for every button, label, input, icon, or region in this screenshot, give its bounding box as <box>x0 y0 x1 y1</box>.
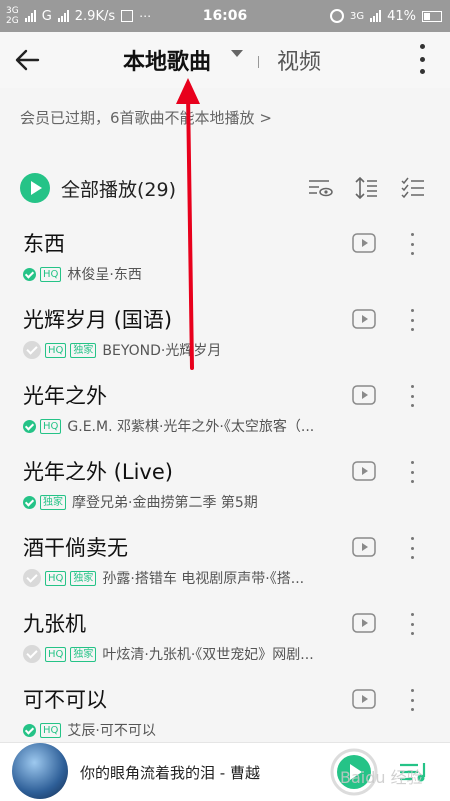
quality-tag: HQ <box>40 418 62 434</box>
song-meta: HQ G.E.M. 邓紫棋·光年之外·《太空旅客（... <box>23 416 314 436</box>
alarm-icon <box>329 9 344 23</box>
downloaded-check-icon <box>23 267 36 281</box>
header: 本地歌曲 视频 <box>0 32 450 88</box>
song-title: 光年之外 (Live) <box>23 460 173 484</box>
song-title: 光年之外 <box>23 384 107 408</box>
song-artist: 艾辰·可不可以 <box>67 723 156 739</box>
downloaded-check-icon <box>23 419 36 433</box>
membership-notice[interactable]: 会员已过期，6首歌曲不能本地播放 > <box>20 107 272 128</box>
song-meta: HQ 独家 BEYOND·光辉岁月 <box>23 340 221 360</box>
album-cover[interactable] <box>12 743 68 799</box>
song-more-icon[interactable] <box>409 385 415 407</box>
quality-tag: HQ <box>45 646 67 662</box>
quality-tag: HQ <box>40 266 62 282</box>
signal-icon-3 <box>370 10 382 22</box>
song-title: 酒干倘卖无 <box>23 536 128 560</box>
unavailable-check-icon <box>23 645 41 663</box>
view-filter-icon[interactable] <box>307 175 333 201</box>
dropdown-caret-icon[interactable] <box>231 50 243 57</box>
mv-play-icon[interactable] <box>352 309 376 329</box>
quality-tag: 独家 <box>70 342 97 358</box>
song-row[interactable]: 光年之外 (Live) 独家 摩登兄弟·金曲捞第二季 第5期 <box>0 456 450 532</box>
mv-play-icon[interactable] <box>352 233 376 253</box>
battery-percent: 41% <box>387 8 416 24</box>
song-artist: G.E.M. 邓紫棋·光年之外·《太空旅客（... <box>67 419 315 435</box>
quality-tag: HQ <box>45 342 67 358</box>
song-more-icon[interactable] <box>409 613 415 635</box>
song-row[interactable]: 光年之外 HQ G.E.M. 邓紫棋·光年之外·《太空旅客（... <box>0 380 450 456</box>
multi-select-icon[interactable] <box>400 175 426 201</box>
tab-video[interactable]: 视频 <box>277 44 321 76</box>
song-artist: 林俊呈·东西 <box>67 267 142 283</box>
mv-play-icon[interactable] <box>352 461 376 481</box>
battery-icon <box>422 10 442 22</box>
tab-divider <box>258 56 259 68</box>
song-meta: HQ 林俊呈·东西 <box>23 264 142 284</box>
quality-tag: HQ <box>45 570 67 586</box>
mv-play-icon[interactable] <box>352 537 376 557</box>
song-more-icon[interactable] <box>409 537 415 559</box>
song-title: 光辉岁月 (国语) <box>23 308 173 332</box>
play-all-icon[interactable] <box>20 173 50 203</box>
more-menu-icon[interactable] <box>418 44 426 74</box>
song-more-icon[interactable] <box>409 689 415 711</box>
song-meta: HQ 独家 叶炫清·九张机·《双世宠妃》网剧... <box>23 644 314 664</box>
song-artist: 孙露·搭错车 电视剧原声带·《搭... <box>102 571 305 587</box>
song-meta: HQ 独家 孙露·搭错车 电视剧原声带·《搭... <box>23 568 304 588</box>
song-title: 东西 <box>23 232 65 256</box>
watermark-text: Baidu 经验 <box>340 768 423 787</box>
back-arrow-icon[interactable] <box>12 44 44 76</box>
quality-tag: HQ <box>40 722 62 738</box>
unavailable-check-icon <box>23 569 41 587</box>
quality-tag: 独家 <box>40 494 66 510</box>
quality-tag: 独家 <box>70 646 97 662</box>
status-bar: 3G 2G G 2.9K/s ⋯ 16:06 3G 41% <box>0 0 450 32</box>
downloaded-check-icon <box>23 495 36 509</box>
song-title: 九张机 <box>23 612 86 636</box>
now-playing-title[interactable]: 你的眼角流着我的泪 - 曹越 <box>80 762 260 783</box>
mv-play-icon[interactable] <box>352 689 376 709</box>
song-meta: 独家 摩登兄弟·金曲捞第二季 第5期 <box>23 492 258 512</box>
play-all-label[interactable]: 全部播放(29) <box>61 175 176 202</box>
quality-tag: 独家 <box>70 570 97 586</box>
song-more-icon[interactable] <box>409 461 415 483</box>
unavailable-check-icon <box>23 341 41 359</box>
mv-play-icon[interactable] <box>352 613 376 633</box>
song-artist: BEYOND·光辉岁月 <box>102 343 222 359</box>
song-title: 可不可以 <box>23 688 107 712</box>
song-row[interactable]: 光辉岁月 (国语) HQ 独家 BEYOND·光辉岁月 <box>0 304 450 380</box>
downloaded-check-icon <box>23 723 36 737</box>
song-more-icon[interactable] <box>409 233 415 255</box>
page-title[interactable]: 本地歌曲 <box>123 44 211 76</box>
song-artist: 摩登兄弟·金曲捞第二季 第5期 <box>72 495 258 511</box>
song-row[interactable]: 九张机 HQ 独家 叶炫清·九张机·《双世宠妃》网剧... <box>0 608 450 684</box>
song-row[interactable]: 酒干倘卖无 HQ 独家 孙露·搭错车 电视剧原声带·《搭... <box>0 532 450 608</box>
mv-play-icon[interactable] <box>352 385 376 405</box>
song-row[interactable]: 东西 HQ 林俊呈·东西 <box>0 228 450 304</box>
sort-icon[interactable] <box>354 175 380 201</box>
song-meta: HQ 艾辰·可不可以 <box>23 720 156 740</box>
song-artist: 叶炫清·九张机·《双世宠妃》网剧... <box>102 647 314 663</box>
network-type-right: 3G <box>349 10 365 22</box>
song-more-icon[interactable] <box>409 309 415 331</box>
